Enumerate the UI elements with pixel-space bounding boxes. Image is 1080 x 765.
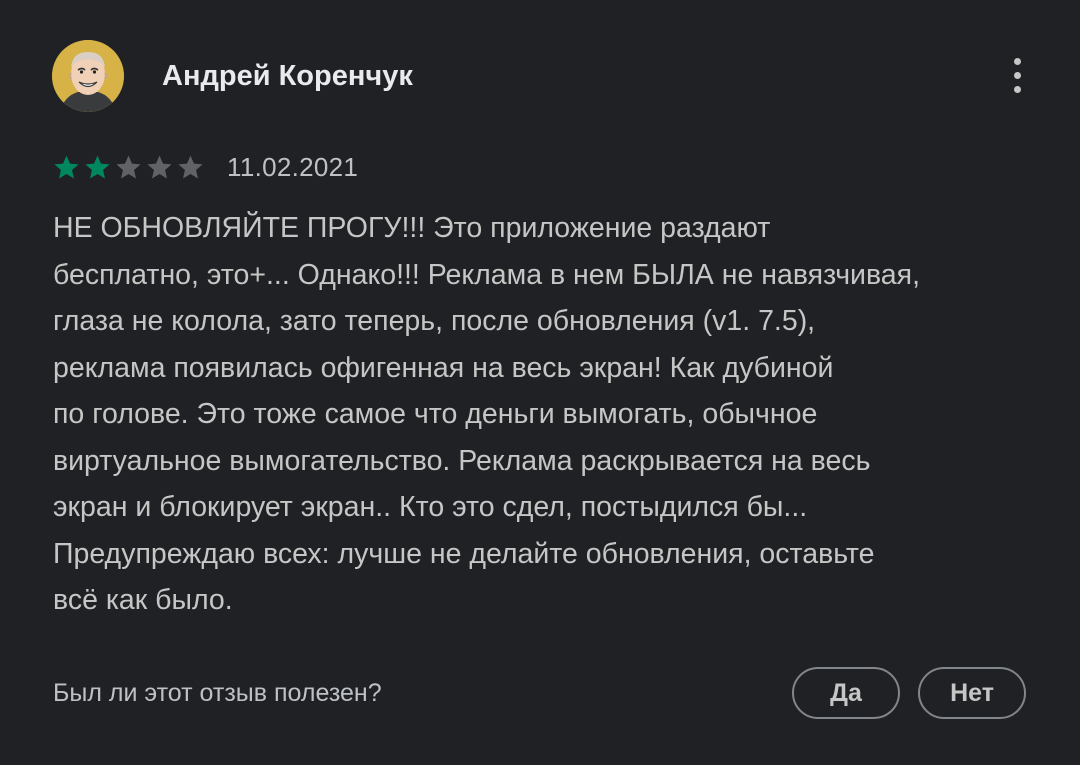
helpful-yes-button[interactable]: Да <box>792 667 900 719</box>
more-vert-icon[interactable] <box>1002 52 1032 98</box>
review-card: Андрей Коренчук 11.02.2021 НЕ ОБНОВЛЯЙТЕ… <box>0 0 1080 765</box>
star-empty-icon <box>147 155 172 178</box>
review-date: 11.02.2021 <box>227 151 359 182</box>
review-text: НЕ ОБНОВЛЯЙТЕ ПРОГУ!!! Это приложение ра… <box>53 212 920 616</box>
star-filled-icon <box>54 155 79 178</box>
helpful-no-button[interactable]: Нет <box>918 667 1026 719</box>
star-empty-icon <box>178 155 203 178</box>
author-name: Андрей Коренчук <box>162 60 413 92</box>
menu-dot <box>1013 57 1021 65</box>
review-meta: 11.02.2021 <box>52 150 358 184</box>
menu-dot <box>1013 85 1021 93</box>
avatar[interactable] <box>52 40 124 112</box>
avatar-image <box>52 40 124 112</box>
star-empty-icon <box>116 155 141 178</box>
helpful-feedback: Был ли этот отзыв полезен? Да Нет <box>53 665 1028 721</box>
helpful-question: Был ли этот отзыв полезен? <box>53 679 382 707</box>
menu-dot <box>1013 71 1021 79</box>
review-header: Андрей Коренчук <box>52 40 1032 112</box>
star-filled-icon <box>85 155 110 178</box>
star-rating <box>52 153 205 182</box>
